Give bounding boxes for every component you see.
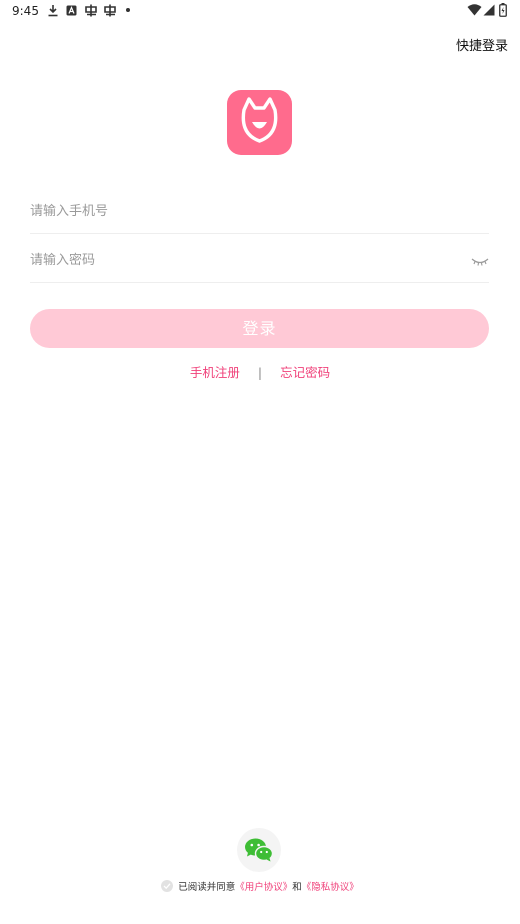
password-field [30, 240, 489, 283]
password-input[interactable] [30, 240, 450, 280]
status-bar: 9:45 [0, 0, 520, 22]
privacy-policy-link[interactable]: 《隐私协议》 [302, 882, 359, 893]
phone-field [30, 191, 489, 234]
user-agreement-link[interactable]: 《用户协议》 [235, 882, 292, 893]
dot-icon [125, 3, 131, 17]
agreement-and: 和 [292, 882, 302, 893]
register-link[interactable]: 手机注册 [190, 365, 240, 380]
sim-card-icon [103, 3, 117, 17]
wifi-icon [467, 3, 482, 17]
link-separator: | [257, 365, 263, 380]
forgot-password-link[interactable]: 忘记密码 [280, 365, 330, 380]
app-logo [227, 90, 292, 155]
login-button[interactable]: 登录 [30, 309, 489, 348]
check-icon [163, 883, 171, 890]
eye-closed-icon[interactable] [471, 253, 489, 266]
agreement-row: 已阅读并同意《用户协议》和《隐私协议》 [0, 879, 520, 895]
sim-card-icon [84, 3, 98, 17]
agreement-prefix: 已阅读并同意 [178, 882, 236, 893]
phone-input[interactable] [30, 191, 450, 231]
signal-icon [483, 3, 495, 17]
auth-links: 手机注册 | 忘记密码 [0, 362, 520, 380]
a-badge-icon [66, 3, 77, 17]
agreement-checkbox[interactable] [161, 880, 174, 892]
wechat-login-button[interactable] [237, 828, 281, 872]
status-time: 9:45 [12, 4, 39, 18]
download-icon [47, 3, 59, 17]
quick-login-button[interactable]: 快捷登录 [456, 35, 508, 54]
wechat-icon [245, 838, 274, 862]
battery-icon [499, 3, 507, 17]
